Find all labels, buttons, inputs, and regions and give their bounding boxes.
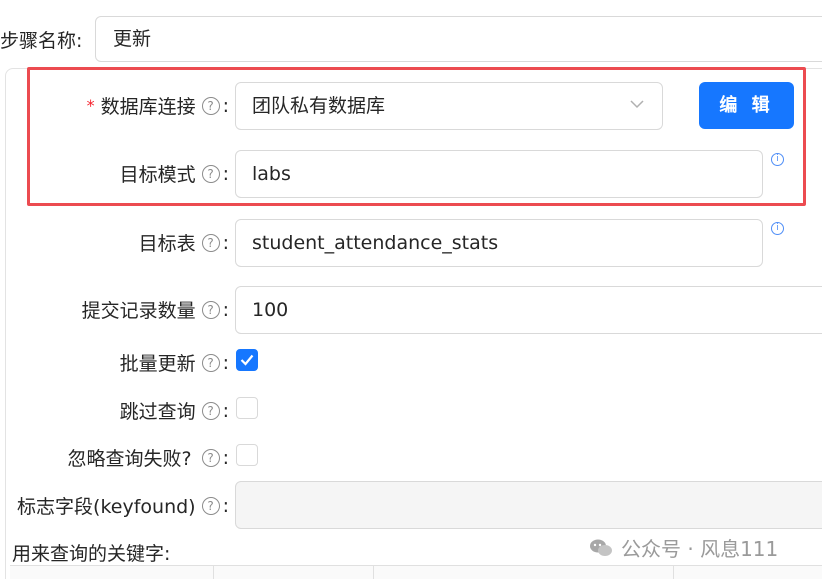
help-icon[interactable]: ? xyxy=(201,96,220,115)
flag-field-input xyxy=(235,481,822,529)
ignore-lookup-failure-label: 忽略查询失败? xyxy=(67,448,192,470)
label-colon: : xyxy=(222,351,229,374)
skip-lookup-checkbox[interactable] xyxy=(236,397,258,419)
info-icon[interactable]: i xyxy=(771,222,784,235)
ignore-lookup-failure-label-row: 忽略查询失败? ? : xyxy=(68,444,230,471)
flag-field-label-row: 标志字段(keyfound) ? : xyxy=(17,492,229,519)
watermark-text: 公众号 · 风息111 xyxy=(621,537,779,561)
label-colon: : xyxy=(222,94,229,117)
help-icon[interactable]: ? xyxy=(201,496,220,515)
target-schema-input[interactable]: labs xyxy=(235,150,763,198)
commit-size-label: 提交记录数量 xyxy=(81,300,196,322)
skip-lookup-label: 跳过查询 xyxy=(119,401,196,423)
batch-update-checkbox[interactable] xyxy=(236,349,258,371)
commit-size-input[interactable]: 100 xyxy=(235,286,822,334)
db-connection-select[interactable]: 团队私有数据库 xyxy=(235,82,663,130)
info-icon[interactable]: i xyxy=(771,153,784,166)
target-schema-label-row: 目标模式 ? : xyxy=(120,160,229,187)
check-icon xyxy=(240,354,254,366)
table-divider xyxy=(213,566,214,579)
help-icon[interactable]: ? xyxy=(201,233,220,252)
label-colon: : xyxy=(222,446,229,469)
target-table-label: 目标表 xyxy=(138,233,196,255)
help-icon[interactable]: ? xyxy=(201,401,220,420)
target-schema-label: 目标模式 xyxy=(119,164,196,186)
label-colon: : xyxy=(222,162,229,185)
commit-size-label-row: 提交记录数量 ? : xyxy=(82,296,229,323)
help-icon[interactable]: ? xyxy=(201,300,220,319)
db-connection-label-row: * 数据库连接 ? : xyxy=(87,92,229,119)
table-divider xyxy=(373,566,374,579)
label-colon: : xyxy=(222,231,229,254)
label-colon: : xyxy=(222,298,229,321)
batch-update-label-row: 批量更新 ? : xyxy=(120,349,229,376)
keyword-table xyxy=(10,565,822,579)
label-colon: : xyxy=(222,399,229,422)
edit-button[interactable]: 编 辑 xyxy=(699,82,794,129)
ignore-lookup-failure-checkbox[interactable] xyxy=(236,444,258,466)
step-name-input[interactable]: 更新 xyxy=(95,16,822,62)
watermark: 公众号 · 风息111 xyxy=(589,533,778,562)
chevron-down-icon xyxy=(630,100,644,109)
skip-lookup-label-row: 跳过查询 ? : xyxy=(120,397,229,424)
help-icon[interactable]: ? xyxy=(201,164,220,183)
target-table-label-row: 目标表 ? : xyxy=(139,229,229,256)
help-icon[interactable]: ? xyxy=(201,353,220,372)
flag-field-label: 标志字段(keyfound) xyxy=(17,496,196,518)
keyword-section-label: 用来查询的关键字: xyxy=(12,543,171,565)
db-connection-value: 团队私有数据库 xyxy=(252,95,386,117)
help-icon[interactable]: ? xyxy=(201,448,220,467)
target-table-input[interactable]: student_attendance_stats xyxy=(235,219,763,267)
label-colon: : xyxy=(222,494,229,517)
wechat-icon xyxy=(590,539,612,556)
table-divider xyxy=(673,566,674,579)
required-mark: * xyxy=(86,96,95,115)
db-connection-label: 数据库连接 xyxy=(100,96,196,118)
batch-update-label: 批量更新 xyxy=(119,353,196,375)
step-name-label: 步骤名称: xyxy=(0,30,83,52)
